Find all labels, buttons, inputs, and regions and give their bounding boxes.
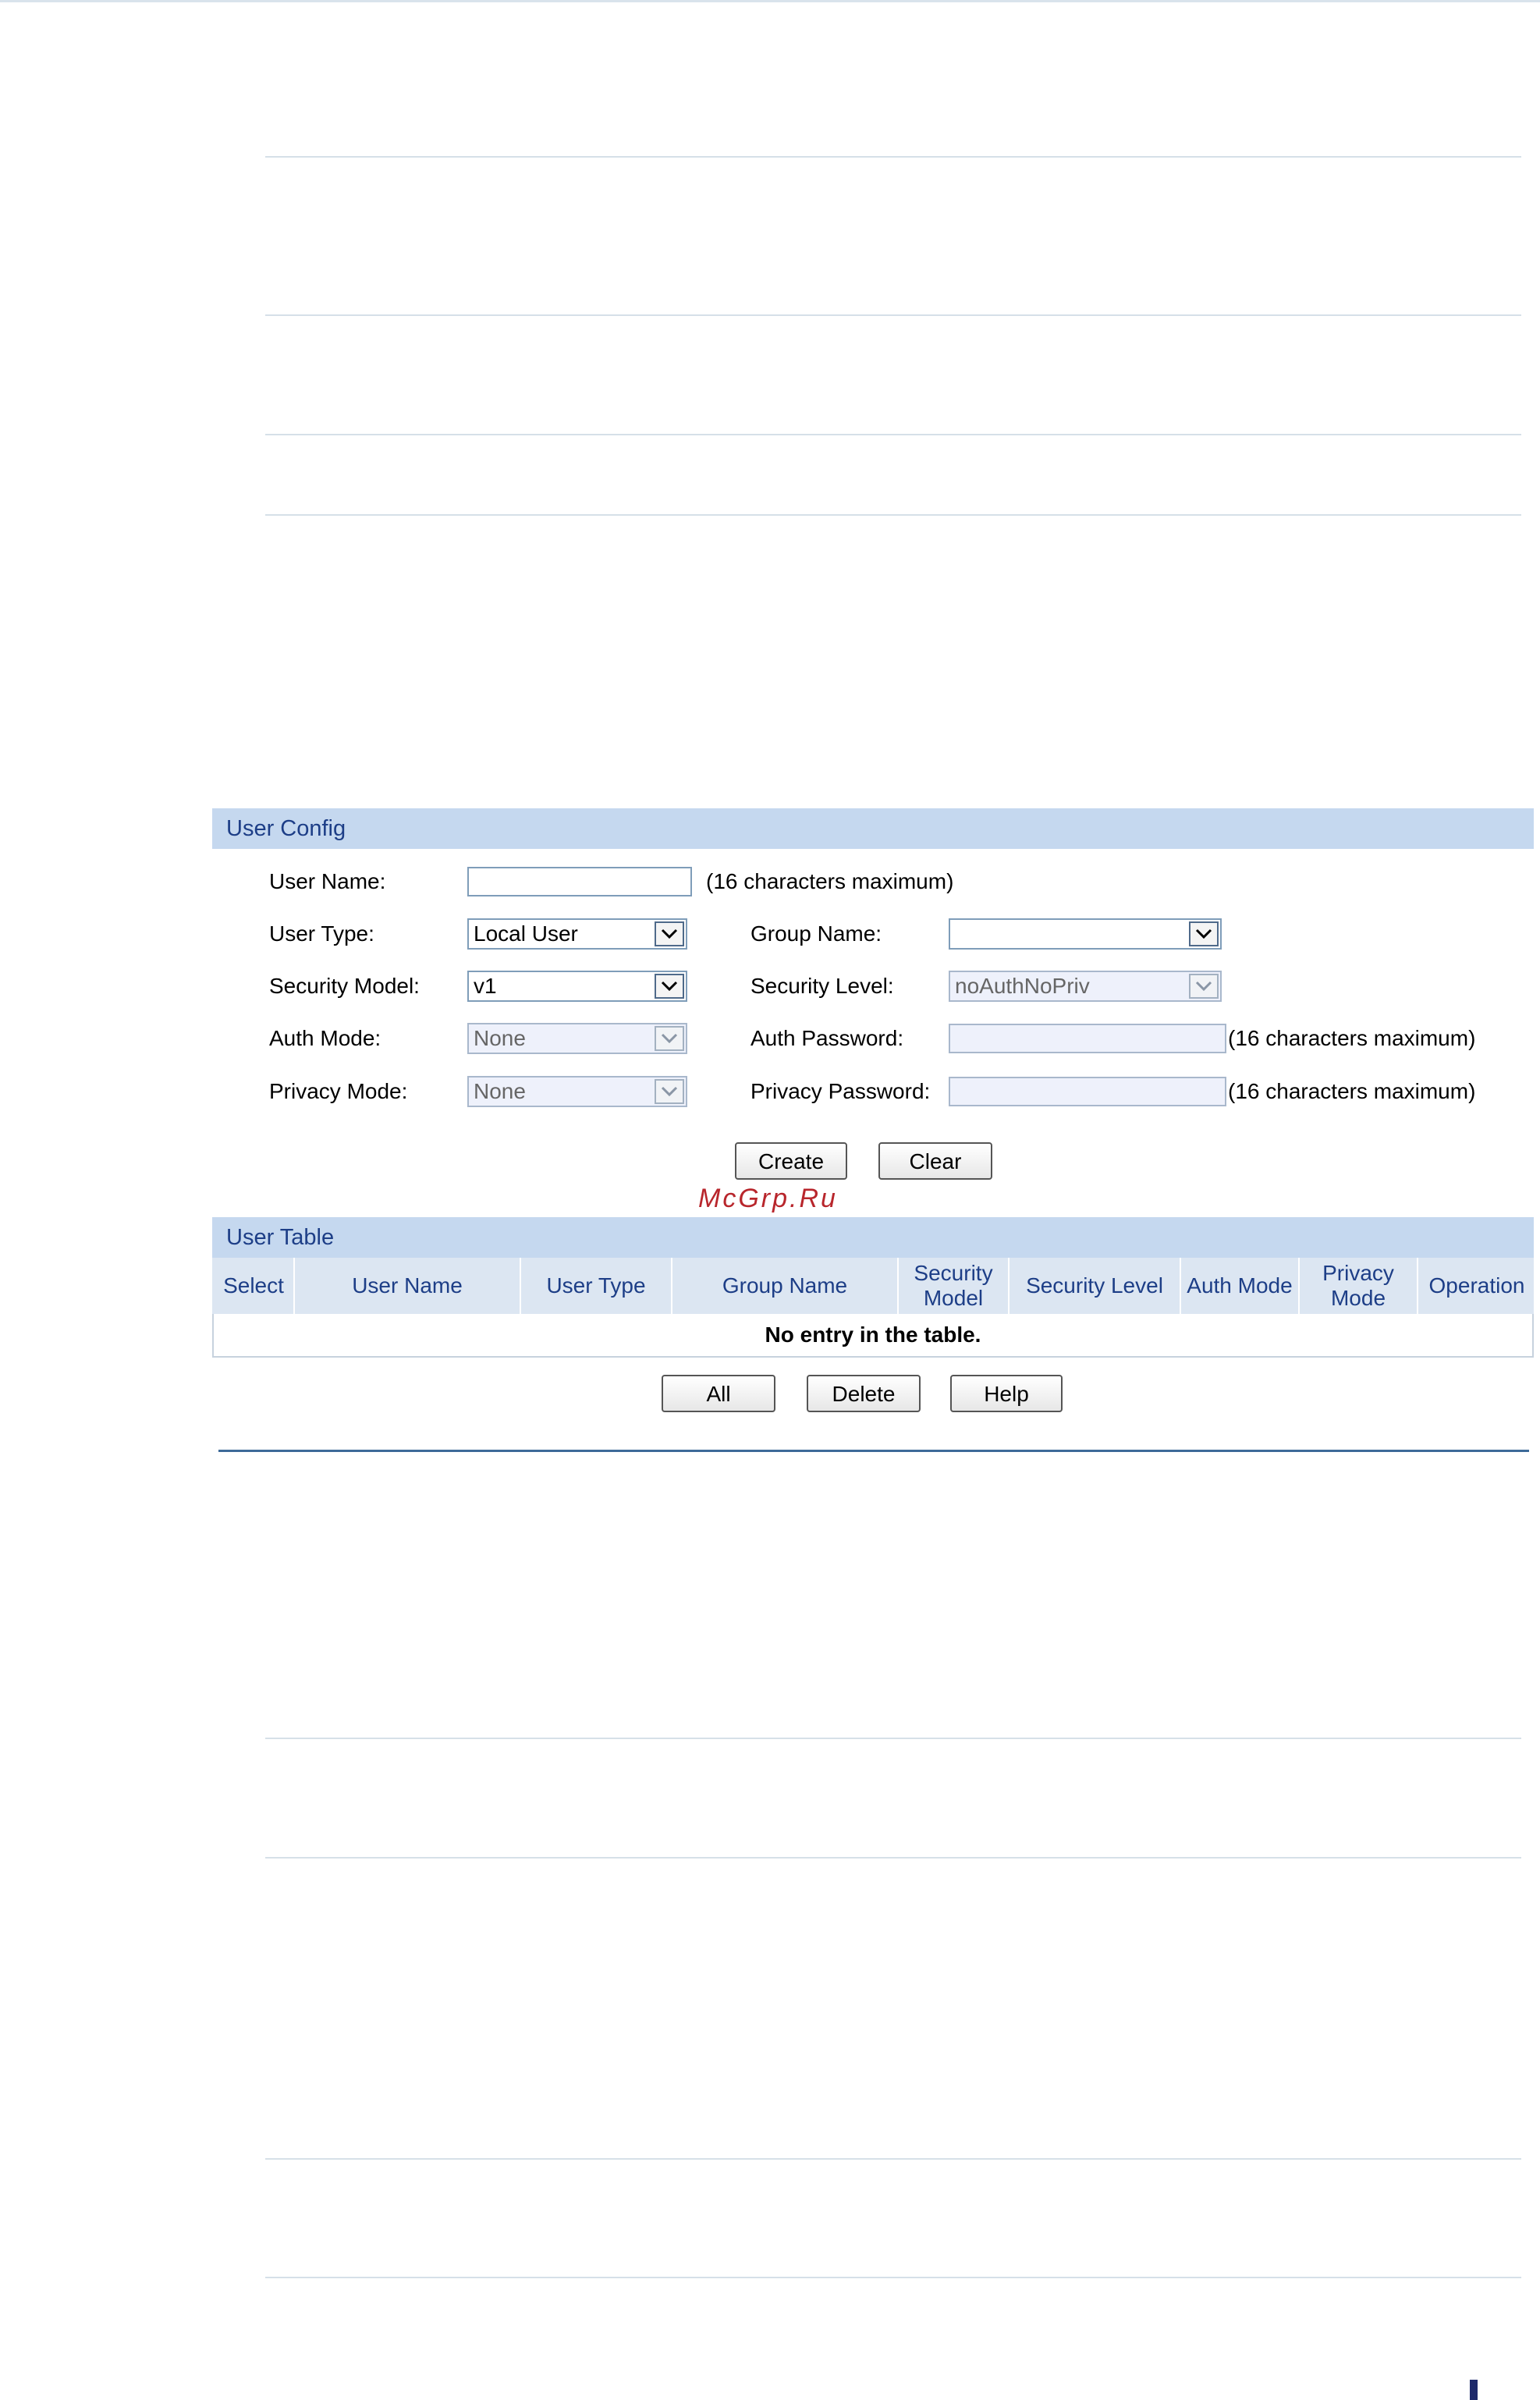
- group-name-select[interactable]: [949, 918, 1222, 950]
- clear-button[interactable]: Clear: [878, 1142, 992, 1180]
- auth-mode-label: Auth Mode:: [269, 1026, 381, 1050]
- column-header-security-level[interactable]: Security Level: [1010, 1258, 1181, 1314]
- privacy-password-hint: (16 characters maximum): [1228, 1079, 1476, 1103]
- document-rule: [265, 1738, 1521, 1739]
- security-level-label: Security Level:: [750, 974, 894, 998]
- document-rule: [265, 156, 1521, 158]
- security-level-value: noAuthNoPriv: [955, 974, 1090, 998]
- chevron-down-icon[interactable]: [655, 974, 684, 999]
- column-header-user-type[interactable]: User Type: [521, 1258, 672, 1314]
- page-corner-mark: [1470, 2380, 1478, 2400]
- user-type-label: User Type:: [269, 921, 374, 946]
- document-rule: [265, 2277, 1521, 2278]
- security-level-select[interactable]: noAuthNoPriv: [949, 971, 1222, 1002]
- document-rule: [265, 314, 1521, 316]
- column-header-user-name[interactable]: User Name: [295, 1258, 521, 1314]
- security-model-select[interactable]: v1: [467, 971, 687, 1002]
- empty-table-message: No entry in the table.: [765, 1322, 981, 1347]
- privacy-password-label: Privacy Password:: [750, 1079, 931, 1103]
- privacy-password-input[interactable]: [949, 1077, 1226, 1106]
- auth-password-input[interactable]: [949, 1024, 1226, 1053]
- chevron-down-icon[interactable]: [1189, 921, 1219, 946]
- column-header-operation[interactable]: Operation: [1418, 1258, 1535, 1314]
- table-empty-row: No entry in the table.: [212, 1314, 1534, 1358]
- create-button[interactable]: Create: [735, 1142, 847, 1180]
- auth-password-hint: (16 characters maximum): [1228, 1026, 1476, 1050]
- user-type-select[interactable]: Local User: [467, 918, 687, 950]
- column-header-privacy-mode[interactable]: Privacy Mode: [1300, 1258, 1418, 1314]
- auth-mode-select[interactable]: None: [467, 1023, 687, 1054]
- table-header-row: Select User Name User Type Group Name Se…: [212, 1258, 1534, 1314]
- help-button[interactable]: Help: [950, 1375, 1063, 1412]
- chevron-down-icon[interactable]: [655, 1026, 684, 1051]
- user-table-panel: User Table Select User Name User Type Gr…: [212, 1217, 1534, 1358]
- document-rule: [265, 2158, 1521, 2160]
- user-name-input[interactable]: [467, 867, 692, 896]
- column-header-select[interactable]: Select: [214, 1258, 295, 1314]
- user-config-header: User Config: [212, 808, 1534, 849]
- chevron-down-icon[interactable]: [1189, 974, 1219, 999]
- privacy-mode-label: Privacy Mode:: [269, 1079, 408, 1103]
- column-header-security-model[interactable]: Security Model: [899, 1258, 1010, 1314]
- group-name-label: Group Name:: [750, 921, 882, 946]
- watermark-text: McGrp.Ru: [698, 1184, 838, 1213]
- chevron-down-icon[interactable]: [655, 921, 684, 946]
- column-header-auth-mode[interactable]: Auth Mode: [1181, 1258, 1300, 1314]
- column-header-group-name[interactable]: Group Name: [672, 1258, 899, 1314]
- user-table-header: User Table: [212, 1217, 1534, 1258]
- chevron-down-icon[interactable]: [655, 1079, 684, 1104]
- select-all-button[interactable]: All: [662, 1375, 775, 1412]
- user-name-hint: (16 characters maximum): [706, 869, 954, 893]
- document-rule: [265, 514, 1521, 516]
- security-model-value: v1: [474, 974, 497, 998]
- page-top-border: [0, 0, 1540, 2]
- privacy-mode-value: None: [474, 1079, 526, 1103]
- document-rule: [265, 1857, 1521, 1859]
- user-name-label: User Name:: [269, 869, 386, 893]
- privacy-mode-select[interactable]: None: [467, 1076, 687, 1107]
- auth-mode-value: None: [474, 1026, 526, 1050]
- document-rule: [265, 434, 1521, 435]
- figure-bottom-rule: [218, 1450, 1529, 1452]
- user-type-value: Local User: [474, 921, 578, 946]
- delete-button[interactable]: Delete: [807, 1375, 921, 1412]
- user-config-panel: User Config: [212, 808, 1534, 849]
- auth-password-label: Auth Password:: [750, 1026, 904, 1050]
- security-model-label: Security Model:: [269, 974, 420, 998]
